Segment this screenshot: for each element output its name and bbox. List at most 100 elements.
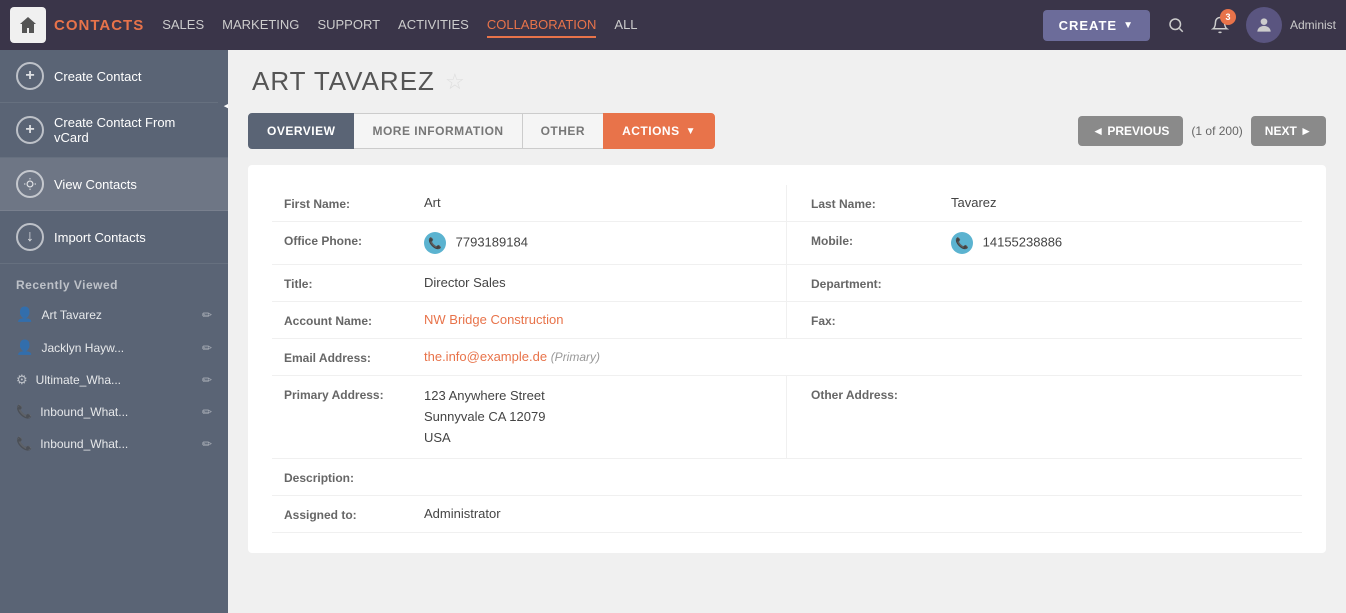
recent-item-3[interactable]: 📞 Inbound_What... ✏ bbox=[0, 396, 228, 428]
edit-icon-1[interactable]: ✏ bbox=[202, 341, 212, 355]
edit-icon-4[interactable]: ✏ bbox=[202, 437, 212, 451]
mobile-value: 📞 14155238886 bbox=[951, 232, 1290, 254]
account-name-label: Account Name: bbox=[284, 312, 424, 328]
favorite-star[interactable]: ☆ bbox=[445, 69, 465, 95]
mobile-group: Mobile: 📞 14155238886 bbox=[787, 222, 1302, 265]
sidebar-item-view-contacts[interactable]: View Contacts bbox=[0, 158, 228, 211]
account-name-group: Account Name: NW Bridge Construction bbox=[272, 302, 787, 339]
office-phone-value: 📞 7793189184 bbox=[424, 232, 774, 254]
email-label: Email Address: bbox=[284, 349, 424, 365]
admin-label: Administ bbox=[1290, 18, 1336, 32]
account-row: Account Name: NW Bridge Construction Fax… bbox=[272, 302, 1302, 339]
recent-name-4: Inbound_What... bbox=[40, 437, 128, 451]
primary-address-group: Primary Address: 123 Anywhere Street Sun… bbox=[272, 376, 787, 459]
nav-collaboration[interactable]: COLLABORATION bbox=[487, 13, 597, 38]
email-address[interactable]: the.info@example.de bbox=[424, 349, 547, 364]
assigned-to-row: Assigned to: Administrator bbox=[272, 496, 1302, 533]
create-vcard-label: Create Contact From vCard bbox=[54, 115, 212, 145]
person-icon-1: 👤 bbox=[16, 339, 33, 356]
fax-label: Fax: bbox=[811, 312, 951, 328]
recent-item-0[interactable]: 👤 Art Tavarez ✏ bbox=[0, 298, 228, 331]
contact-form-card: First Name: Art Last Name: Tavarez Offic… bbox=[248, 165, 1326, 553]
contact-name: ART TAVAREZ bbox=[252, 66, 435, 97]
sidebar-item-create-vcard[interactable]: + Create Contact From vCard bbox=[0, 103, 228, 158]
email-type: (Primary) bbox=[551, 350, 600, 364]
edit-icon-3[interactable]: ✏ bbox=[202, 405, 212, 419]
department-group: Department: bbox=[787, 265, 1302, 302]
mobile-label: Mobile: bbox=[811, 232, 951, 248]
email-value: the.info@example.de (Primary) bbox=[424, 349, 1290, 364]
nav-sales[interactable]: SALES bbox=[162, 13, 204, 38]
edit-icon-2[interactable]: ✏ bbox=[202, 373, 212, 387]
sidebar-item-create-contact[interactable]: + Create Contact bbox=[0, 50, 228, 103]
nav-links: SALES MARKETING SUPPORT ACTIVITIES COLLA… bbox=[162, 13, 1042, 38]
nav-support[interactable]: SUPPORT bbox=[317, 13, 380, 38]
recent-name-3: Inbound_What... bbox=[40, 405, 128, 419]
view-contacts-label: View Contacts bbox=[54, 177, 137, 192]
office-phone-group: Office Phone: 📞 7793189184 bbox=[272, 222, 787, 265]
create-dropdown-arrow: ▼ bbox=[1123, 20, 1134, 31]
person-icon-0: 👤 bbox=[16, 306, 33, 323]
recent-item-2[interactable]: ⚙ Ultimate_Wha... ✏ bbox=[0, 364, 228, 396]
primary-address-label: Primary Address: bbox=[284, 386, 424, 402]
recent-item-4[interactable]: 📞 Inbound_What... ✏ bbox=[0, 428, 228, 460]
sidebar: + Create Contact + Create Contact From v… bbox=[0, 50, 228, 613]
tab-more-info[interactable]: MORE INFORMATION bbox=[353, 113, 522, 149]
admin-avatar[interactable] bbox=[1246, 7, 1282, 43]
phone-icon-4: 📞 bbox=[16, 436, 32, 452]
notification-badge: 3 bbox=[1220, 9, 1236, 25]
import-contacts-label: Import Contacts bbox=[54, 230, 146, 245]
nav-all[interactable]: ALL bbox=[614, 13, 637, 38]
department-label: Department: bbox=[811, 275, 951, 291]
tab-actions[interactable]: ACTIONS ▼ bbox=[603, 113, 715, 149]
assigned-to-value: Administrator bbox=[424, 506, 1290, 521]
tab-other[interactable]: OTHER bbox=[522, 113, 605, 149]
description-label: Description: bbox=[284, 469, 424, 485]
tab-overview[interactable]: OVERVIEW bbox=[248, 113, 354, 149]
tabs-row: OVERVIEW MORE INFORMATION OTHER ACTIONS … bbox=[248, 113, 1326, 149]
last-name-group: Last Name: Tavarez bbox=[787, 185, 1302, 222]
primary-address-value: 123 Anywhere Street Sunnyvale CA 12079 U… bbox=[424, 386, 774, 448]
import-contacts-icon: ↓ bbox=[16, 223, 44, 251]
sidebar-toggle[interactable]: ◀ bbox=[218, 90, 228, 120]
search-button[interactable] bbox=[1158, 7, 1194, 43]
create-button[interactable]: CREATE ▼ bbox=[1043, 10, 1150, 41]
nav-marketing[interactable]: MARKETING bbox=[222, 13, 299, 38]
view-contacts-icon bbox=[16, 170, 44, 198]
mobile-phone-icon: 📞 bbox=[951, 232, 973, 254]
recent-name-2: Ultimate_Wha... bbox=[36, 373, 121, 387]
phone-icon-2: ⚙ bbox=[16, 372, 28, 388]
last-name-label: Last Name: bbox=[811, 195, 951, 211]
sidebar-item-import-contacts[interactable]: ↓ Import Contacts bbox=[0, 211, 228, 264]
edit-icon-0[interactable]: ✏ bbox=[202, 308, 212, 322]
account-name-value[interactable]: NW Bridge Construction bbox=[424, 312, 774, 327]
assigned-to-label: Assigned to: bbox=[284, 506, 424, 522]
title-group: Title: Director Sales bbox=[272, 265, 787, 302]
description-row: Description: bbox=[272, 459, 1302, 496]
next-button[interactable]: NEXT ► bbox=[1251, 116, 1326, 146]
other-address-label: Other Address: bbox=[811, 386, 951, 402]
notification-wrapper: 3 bbox=[1202, 7, 1238, 43]
pagination: ◄ PREVIOUS (1 of 200) NEXT ► bbox=[1078, 116, 1326, 146]
top-nav: CONTACTS SALES MARKETING SUPPORT ACTIVIT… bbox=[0, 0, 1346, 50]
nav-activities[interactable]: ACTIVITIES bbox=[398, 13, 469, 38]
phone-row: Office Phone: 📞 7793189184 Mobile: 📞 141… bbox=[272, 222, 1302, 265]
first-name-value: Art bbox=[424, 195, 774, 210]
home-button[interactable] bbox=[10, 7, 46, 43]
actions-dropdown-arrow: ▼ bbox=[686, 126, 696, 137]
title-row: Title: Director Sales Department: bbox=[272, 265, 1302, 302]
other-address-group: Other Address: bbox=[787, 376, 1302, 459]
create-vcard-icon: + bbox=[16, 116, 44, 144]
previous-button[interactable]: ◄ PREVIOUS bbox=[1078, 116, 1183, 146]
fax-group: Fax: bbox=[787, 302, 1302, 339]
recent-item-1[interactable]: 👤 Jacklyn Hayw... ✏ bbox=[0, 331, 228, 364]
first-name-label: First Name: bbox=[284, 195, 424, 211]
nav-right: CREATE ▼ 3 Administ bbox=[1043, 7, 1336, 43]
contact-header: ART TAVAREZ ☆ bbox=[248, 66, 1326, 97]
recent-name-1: Jacklyn Hayw... bbox=[41, 341, 124, 355]
create-contact-icon: + bbox=[16, 62, 44, 90]
create-contact-label: Create Contact bbox=[54, 69, 141, 84]
recently-viewed-title: Recently Viewed bbox=[0, 264, 228, 298]
address-row: Primary Address: 123 Anywhere Street Sun… bbox=[272, 376, 1302, 459]
nav-brand[interactable]: CONTACTS bbox=[54, 17, 144, 34]
